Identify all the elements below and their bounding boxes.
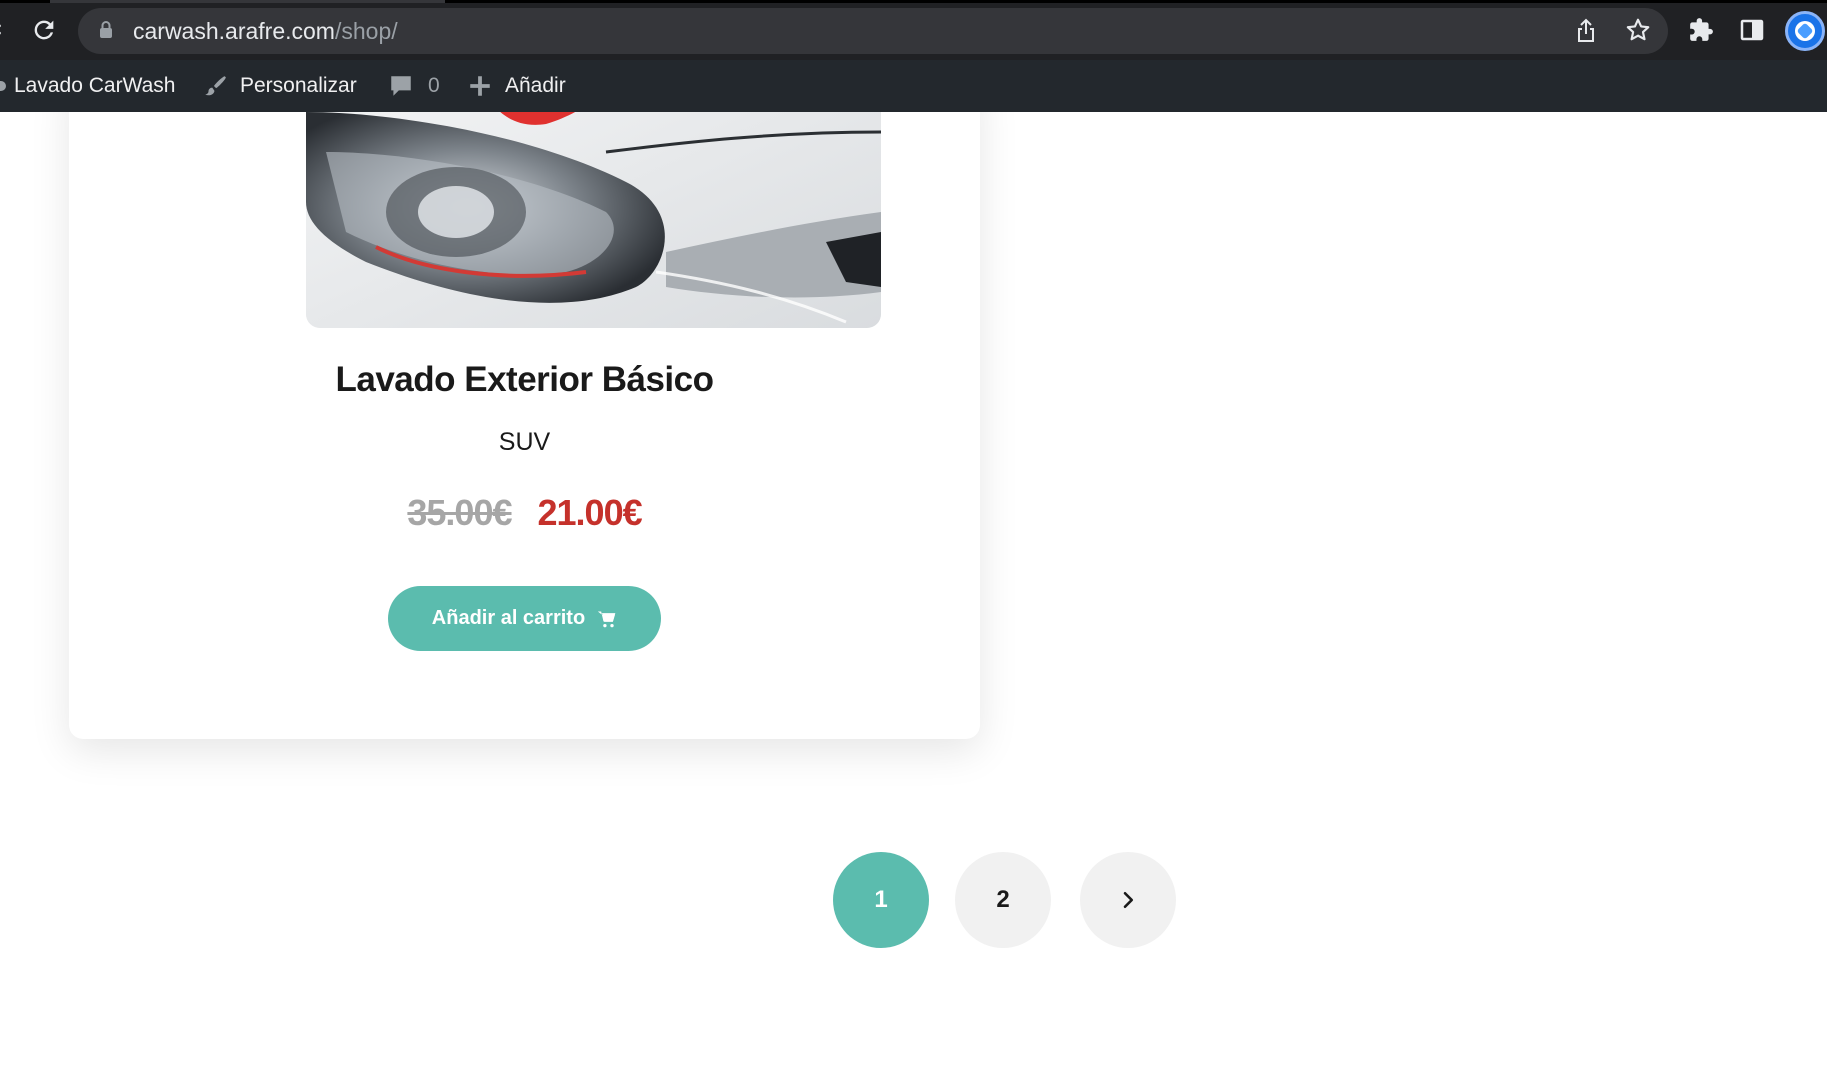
car-headlight-image (306, 112, 881, 328)
new-label: Añadir (505, 74, 566, 97)
chevron-right-icon (1123, 891, 1134, 909)
paintbrush-icon (205, 76, 226, 96)
extensions-icon[interactable] (1688, 17, 1714, 43)
admin-bar-new[interactable]: Añadir (467, 60, 566, 112)
lock-icon[interactable] (98, 20, 114, 40)
product-variant: SUV (498, 428, 551, 456)
page-2-button[interactable]: 2 (955, 852, 1051, 948)
browser-toolbar: ‹ carwash.arafre.com/shop/ (0, 0, 1827, 60)
admin-bar-customize[interactable]: Personalizar (202, 60, 357, 112)
comment-bubble-icon (391, 76, 411, 96)
product-image[interactable] (306, 112, 881, 328)
site-icon (0, 81, 6, 91)
plus-icon (470, 76, 490, 96)
bookmark-star-icon[interactable] (1625, 17, 1651, 43)
add-to-cart-label: Añadir al carrito (431, 607, 586, 629)
pagination: 1 2 (0, 852, 1827, 948)
price-block: 35.00€ 21.00€ (69, 492, 980, 534)
side-panel-icon[interactable] (1740, 18, 1764, 42)
page-1-button[interactable]: 1 (833, 852, 929, 948)
next-page-button[interactable] (1080, 852, 1176, 948)
product-card: Lavado Exterior Básico SUV 35.00€ 21.00€… (69, 112, 980, 739)
customize-label: Personalizar (240, 74, 357, 97)
admin-bar-site-name[interactable]: Lavado CarWash (0, 60, 175, 112)
profile-avatar[interactable] (1785, 11, 1825, 51)
comments-count: 0 (428, 74, 440, 97)
back-arrow-icon[interactable]: ‹ (0, 18, 6, 42)
add-to-cart-button[interactable]: Añadir al carrito (388, 586, 661, 651)
url-text[interactable]: carwash.arafre.com/shop/ (133, 16, 398, 46)
shop-content: Lavado Exterior Básico SUV 35.00€ 21.00€… (0, 112, 1827, 1080)
wp-admin-bar: Lavado CarWash Personalizar 0 Añadir (0, 60, 1827, 112)
product-title[interactable]: Lavado Exterior Básico (69, 360, 980, 400)
share-icon[interactable] (1574, 18, 1598, 44)
regular-price: 35.00€ (407, 492, 512, 533)
admin-bar-comments[interactable]: 0 (388, 60, 440, 112)
site-name-label: Lavado CarWash (14, 74, 176, 97)
reload-icon[interactable] (30, 16, 58, 44)
sale-price: 21.00€ (537, 492, 643, 533)
cart-icon (598, 611, 616, 627)
tab-strip-edge (0, 0, 1827, 3)
